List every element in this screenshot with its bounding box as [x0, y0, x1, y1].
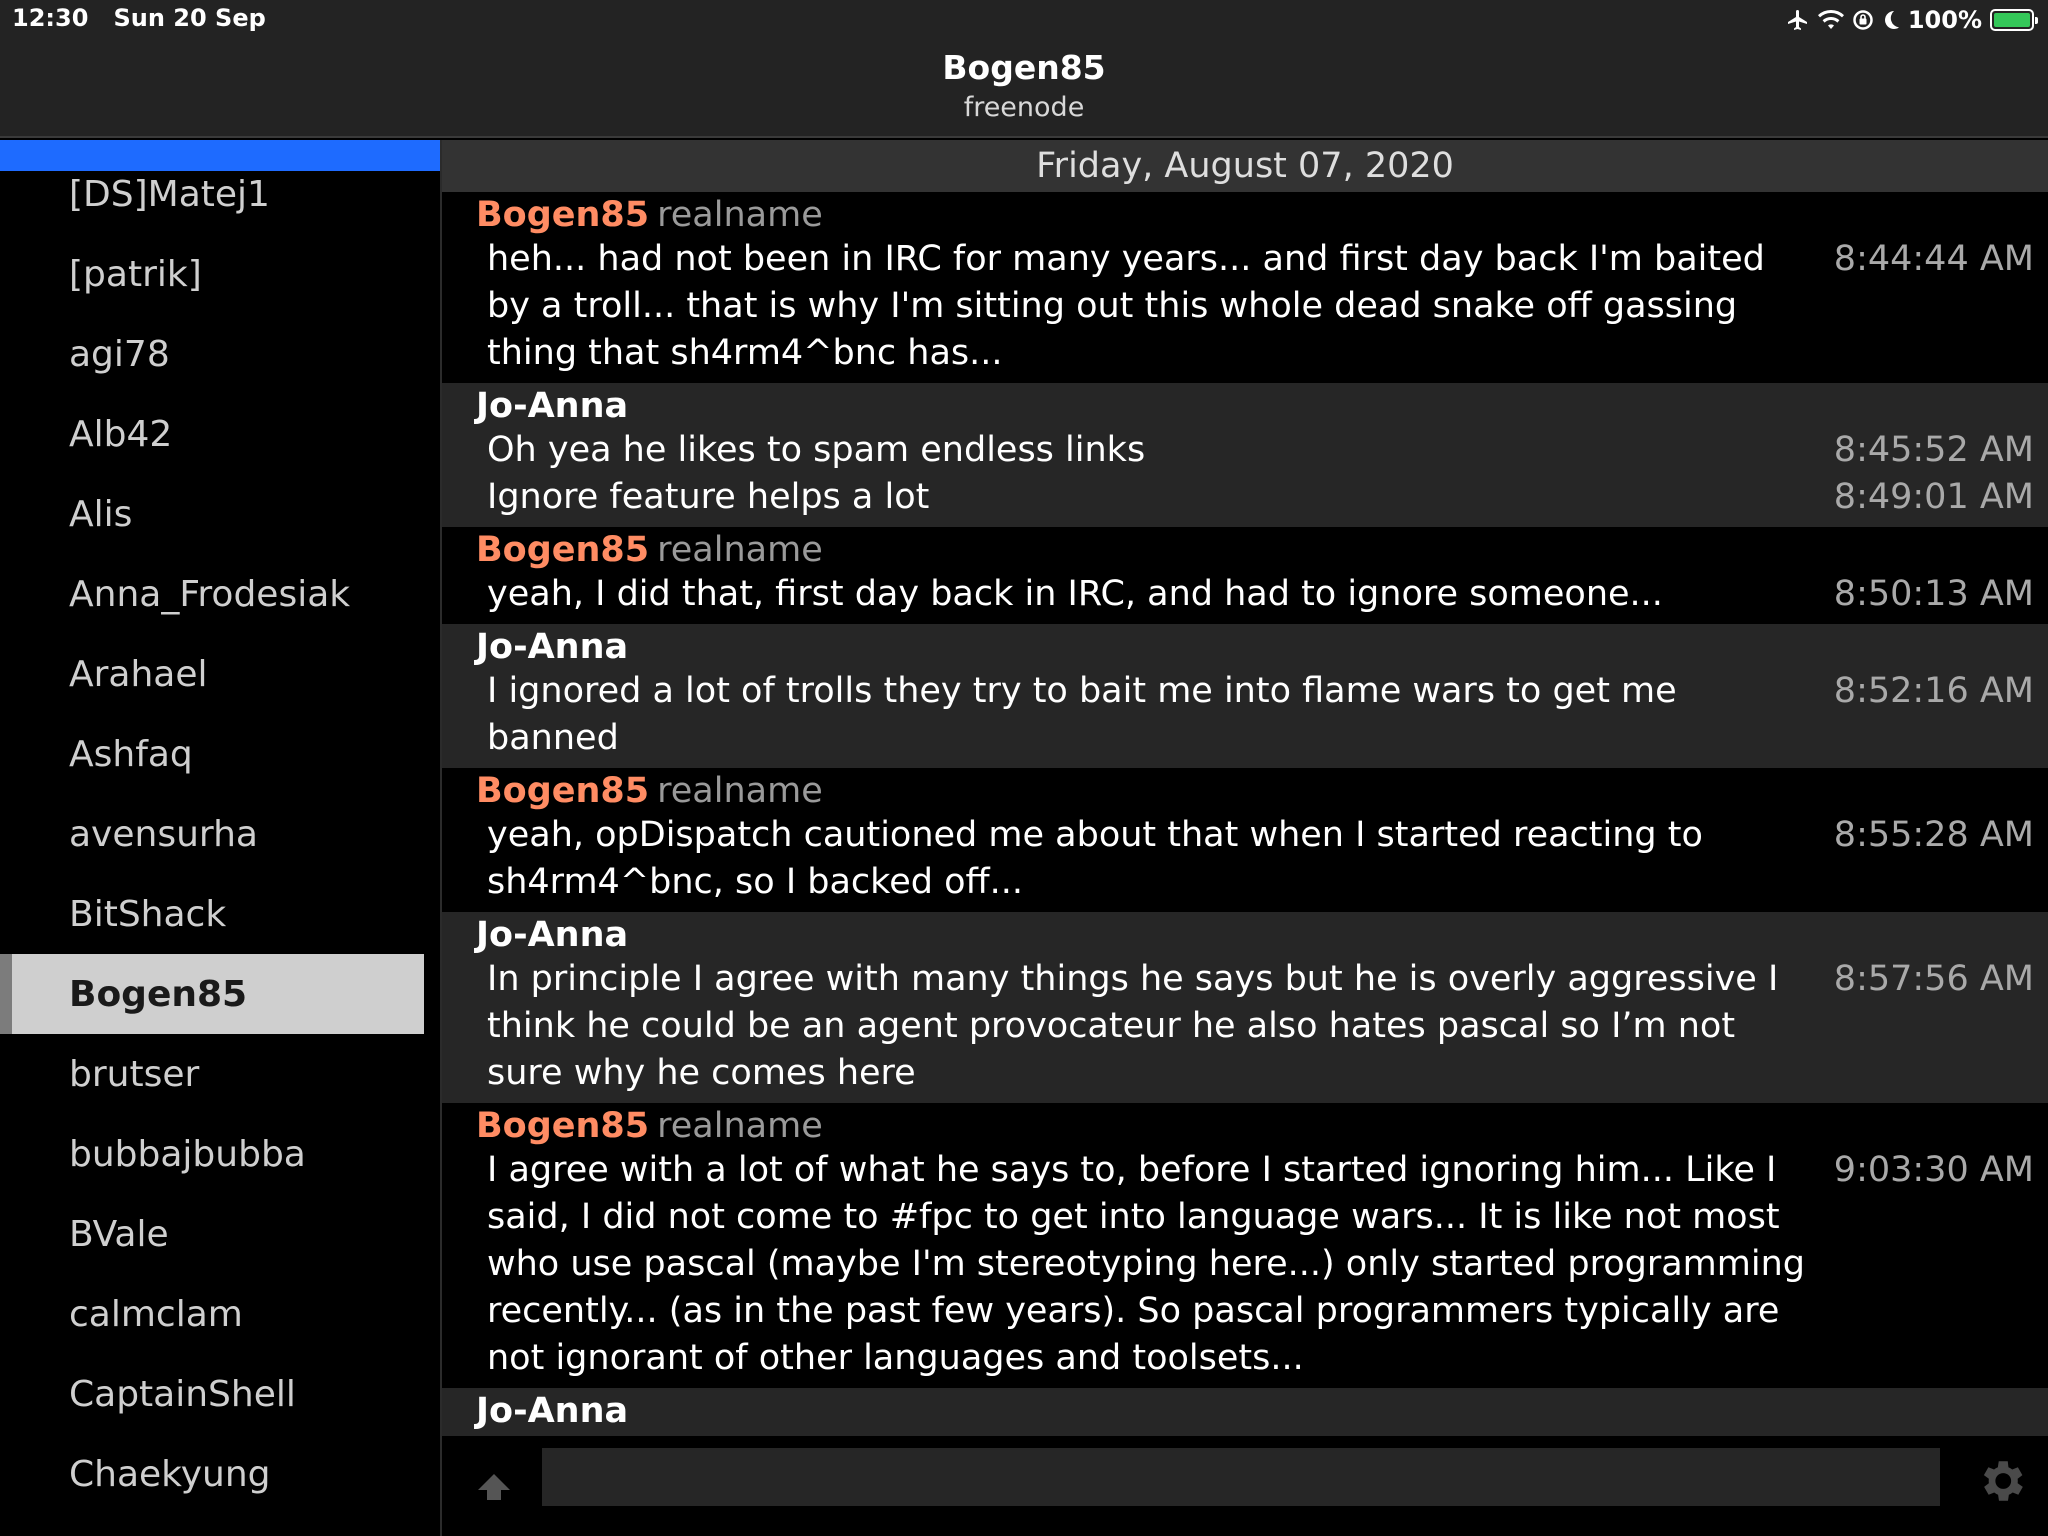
sender-nick[interactable]: Jo-Anna: [476, 1391, 628, 1431]
user-item[interactable]: Anna_Frodesiak: [0, 554, 440, 634]
sender-line: Bogen85 realname: [442, 1105, 2048, 1147]
sidebar-accent-bar: [0, 140, 440, 171]
user-item[interactable]: Arahael: [0, 634, 440, 714]
sender-nick[interactable]: Bogen85: [476, 771, 649, 811]
sender-realname: realname: [657, 771, 823, 811]
user-item[interactable]: bubbajbubba: [0, 1114, 440, 1194]
message-group: Bogen85 realname I agree with a lot of wha…: [442, 1103, 2048, 1388]
message-text: heh... had not been in IRC for many year…: [487, 239, 1765, 373]
sender-realname: realname: [657, 195, 823, 235]
user-item[interactable]: Alb42: [0, 394, 440, 474]
message[interactable]: In principle I agree with many things he…: [442, 956, 2048, 1097]
status-icons: 100%: [1786, 4, 2038, 36]
user-item[interactable]: calmclam: [0, 1274, 440, 1354]
message[interactable]: yeah, I did that, first day back in IRC,…: [442, 571, 2048, 618]
message-timestamp: 8:45:52 AM: [1833, 430, 2034, 470]
message-group: Jo-Anna In principle I agree with many th…: [442, 912, 2048, 1103]
input-bar: [442, 1436, 2048, 1536]
gear-icon: [1983, 1461, 2023, 1501]
sender-line: Bogen85 realname: [442, 770, 2048, 812]
message-text: I ignored a lot of trolls they try to ba…: [487, 671, 1677, 758]
network-name: freenode: [963, 92, 1085, 123]
message-group: Jo-Anna Oh yea he likes to spam endless l…: [442, 383, 2048, 527]
message-group: Bogen85 realname heh... had not been in IR…: [442, 192, 2048, 383]
message-timestamp: 9:03:30 AM: [1833, 1150, 2034, 1190]
airplane-icon: [1786, 8, 1810, 32]
user-item-selected[interactable]: Bogen85: [0, 954, 424, 1034]
message[interactable]: I agree with a lot of what he says to, b…: [442, 1147, 2048, 1382]
status-bar: 12:30 Sun 20 Sep 100%: [0, 0, 2048, 40]
sender-nick[interactable]: Bogen85: [476, 195, 649, 235]
user-item[interactable]: [patrik]: [0, 234, 440, 314]
message-timestamp: 8:50:13 AM: [1833, 574, 2034, 614]
user-item[interactable]: brutser: [0, 1034, 440, 1114]
status-time: 12:30 Sun 20 Sep: [12, 4, 266, 32]
message-groups: Bogen85 realname heh... had not been in IR…: [442, 192, 2048, 1436]
sender-realname: realname: [657, 1106, 823, 1146]
status-date: Sun 20 Sep: [113, 4, 266, 32]
battery-percent: 100%: [1907, 6, 1982, 34]
sender-line: Jo-Anna: [442, 626, 2048, 668]
message-text: Oh yea he likes to spam endless links: [487, 430, 1146, 470]
user-item[interactable]: agi78: [0, 314, 440, 394]
message-group: Jo-Anna I ignored a lot of trolls they tr…: [442, 624, 2048, 768]
user-item[interactable]: avensurha: [0, 794, 440, 874]
message-text: In principle I agree with many things he…: [487, 959, 1779, 1093]
settings-button[interactable]: [1974, 1454, 2028, 1508]
message-text: Ignore feature helps a lot: [487, 477, 930, 517]
message[interactable]: I ignored a lot of trolls they try to ba…: [442, 668, 2048, 762]
user-list-sidebar: [DS]Matej1 [patrik] agi78 Alb42 Alis Anna_Fro…: [0, 140, 440, 1536]
chat-log[interactable]: Friday, August 07, 2020 Bogen85 realname h…: [442, 140, 2048, 1436]
sender-nick[interactable]: Bogen85: [476, 1106, 649, 1146]
sender-realname: realname: [657, 530, 823, 570]
message-text: yeah, opDispatch cautioned me about that…: [487, 815, 1703, 902]
message-timestamp: 8:49:01 AM: [1833, 477, 2034, 517]
message-timestamp: 8:57:56 AM: [1833, 959, 2034, 999]
battery-icon: [1990, 9, 2038, 31]
message[interactable]: heh... had not been in IRC for many year…: [442, 236, 2048, 377]
sender-line: Bogen85 realname: [442, 529, 2048, 571]
user-item[interactable]: Ashfaq: [0, 714, 440, 794]
message-text: yeah, I did that, first day back in IRC,…: [487, 574, 1663, 614]
user-item[interactable]: Alis: [0, 474, 440, 554]
sender-nick[interactable]: Jo-Anna: [476, 627, 628, 667]
sender-nick[interactable]: Bogen85: [476, 530, 649, 570]
message[interactable]: yeah, opDispatch cautioned me about that…: [442, 812, 2048, 906]
wifi-icon: [1817, 9, 1844, 31]
upload-button[interactable]: [472, 1466, 516, 1510]
message[interactable]: Oh yea he likes to spam endless links 8:4…: [442, 427, 2048, 474]
user-list: [DS]Matej1 [patrik] agi78 Alb42 Alis Anna_Fro…: [0, 154, 440, 1514]
user-item[interactable]: CaptainShell: [0, 1354, 440, 1434]
message-input[interactable]: [542, 1448, 1940, 1506]
sender-nick[interactable]: Jo-Anna: [476, 386, 628, 426]
message[interactable]: Ignore feature helps a lot 8:49:01 AM: [442, 474, 2048, 521]
message-group: Jo-AnnaI once tried to have him banned f…: [442, 1388, 2048, 1436]
date-header: Friday, August 07, 2020: [442, 140, 2048, 192]
user-item[interactable]: BitShack: [0, 874, 440, 954]
message-text: I agree with a lot of what he says to, b…: [487, 1150, 1805, 1378]
arrow-up-icon: [478, 1474, 510, 1500]
user-item[interactable]: Chaekyung: [0, 1434, 440, 1514]
user-item[interactable]: BVale: [0, 1194, 440, 1274]
message-timestamp: 8:55:28 AM: [1833, 815, 2034, 855]
message-timestamp: 8:52:16 AM: [1833, 671, 2034, 711]
sender-line: Jo-Anna: [442, 385, 2048, 427]
sender-line: Jo-Anna: [442, 1390, 2048, 1432]
moon-icon: [1882, 9, 1900, 31]
sender-line: Jo-Anna: [442, 914, 2048, 956]
page-title: Bogen85: [942, 48, 1106, 87]
sender-line: Bogen85 realname: [442, 194, 2048, 236]
sender-nick[interactable]: Jo-Anna: [476, 915, 628, 955]
message-group: Bogen85 realname yeah, opDispatch cautione…: [442, 768, 2048, 912]
nav-header: Bogen85 freenode: [0, 40, 2048, 138]
message-timestamp: 8:44:44 AM: [1833, 239, 2034, 279]
message-group: Bogen85 realname yeah, I did that, first d…: [442, 527, 2048, 624]
orientation-lock-icon: [1852, 9, 1874, 31]
